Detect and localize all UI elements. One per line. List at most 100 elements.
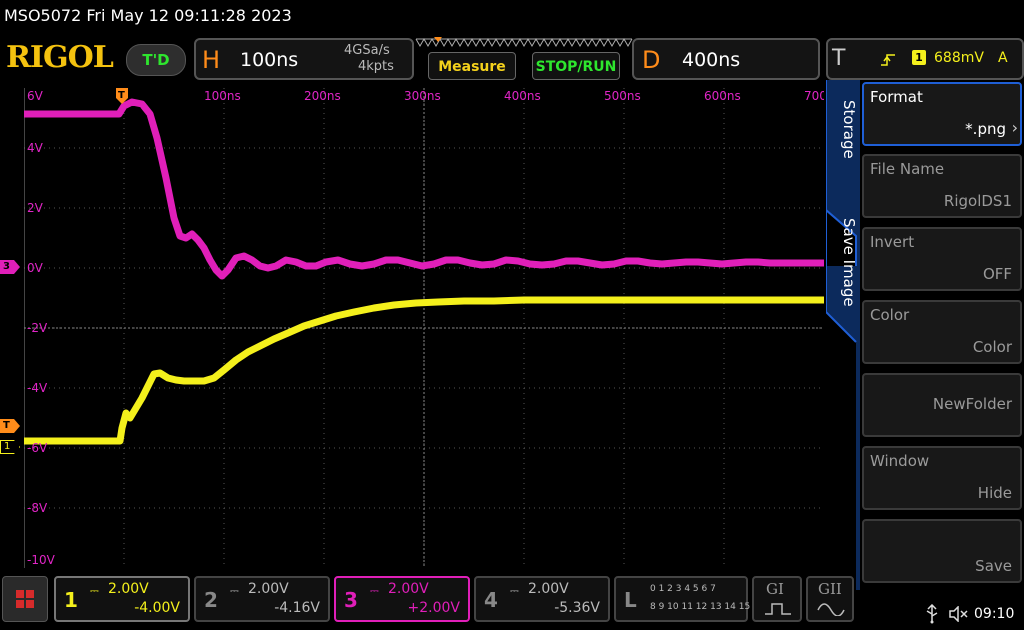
dc-coupling-icon: ⎓ (370, 584, 379, 597)
file-name-value: RigolDS1 (943, 192, 1012, 210)
window-value: Hide (977, 484, 1012, 502)
new-folder-value: NewFolder (932, 395, 1012, 413)
volt-label: 4V (27, 141, 44, 155)
channel-3-offset: +2.00V (407, 600, 460, 616)
volt-label: 6V (27, 89, 44, 103)
dc-coupling-icon: ⎓ (510, 584, 519, 597)
logic-letter: L (624, 588, 637, 612)
channel-3-number: 3 (344, 588, 358, 612)
memory-depth: 4kpts (358, 59, 394, 74)
volt-label: 2V (27, 201, 44, 215)
generator-2-button[interactable]: GII (806, 576, 854, 622)
channel-1-setting[interactable]: 1 ⎓ 2.00V -4.00V (54, 576, 190, 622)
measure-button[interactable]: Measure (428, 52, 516, 80)
trigger-source: 1 (912, 50, 926, 65)
usb-icon (926, 604, 938, 624)
logic-analyzer-setting[interactable]: L 0 1 2 3 4 5 6 7 8 9 10 11 12 13 14 15 (614, 576, 751, 622)
channel-2-scale: 2.00V (248, 581, 289, 597)
channel-4-number: 4 (484, 588, 498, 612)
dc-coupling-icon: ⎓ (230, 584, 239, 597)
file-name-menu-item[interactable]: File Name RigolDS1 (862, 154, 1022, 218)
generator-1-label: GI (766, 580, 784, 598)
generator-2-label: GII (818, 580, 842, 598)
window-title: MSO5072 Fri May 12 09:11:28 2023 (4, 6, 292, 25)
format-menu-item[interactable]: Format *.png › (862, 82, 1022, 146)
color-title: Color (870, 306, 910, 324)
invert-title: Invert (870, 233, 915, 251)
channel-3-setting[interactable]: 3 ⎓ 2.00V +2.00V (334, 576, 470, 622)
trigger-level-marker[interactable]: T (0, 419, 20, 433)
format-title: Format (870, 88, 923, 106)
trigger-status-badge: T'D (126, 44, 186, 76)
delay-setting[interactable]: D 400ns (632, 38, 820, 80)
dc-coupling-icon: ⎓ (90, 584, 99, 597)
save-image-tab[interactable]: Save Image (830, 218, 858, 318)
time-label: 400ns (504, 89, 541, 103)
channel-4-offset: -5.36V (554, 600, 600, 616)
channel-1-offset: -4.00V (134, 600, 180, 616)
sine-wave-icon (817, 603, 845, 616)
time-label: 500ns (604, 89, 641, 103)
channel-3-scale: 2.00V (388, 581, 429, 597)
volt-label: -4V (27, 381, 48, 395)
channel-1-scale: 2.00V (108, 581, 149, 597)
horizontal-setting[interactable]: H 100ns 4GSa/s 4kpts (194, 38, 414, 80)
channel-2-setting[interactable]: 2 ⎓ 2.00V -4.16V (194, 576, 330, 622)
volt-label: -2V (27, 321, 48, 335)
speaker-muted-icon[interactable] (948, 606, 970, 622)
delay-letter: D (642, 46, 661, 74)
brand-logo: RIGOL (6, 40, 114, 75)
channel-4-scale: 2.00V (528, 581, 569, 597)
channel-3-offset-marker[interactable]: 3 (0, 260, 20, 274)
menu-button[interactable] (2, 576, 48, 622)
trigger-position-label: T (118, 90, 125, 101)
channel-2-number: 2 (204, 588, 218, 612)
menu-grid-icon (16, 590, 34, 608)
trigger-mode: A (998, 50, 1008, 66)
channel-1-number: 1 (64, 588, 78, 612)
channel-2-offset: -4.16V (274, 600, 320, 616)
volt-label: -10V (27, 553, 56, 567)
horizontal-scale: 100ns (240, 49, 299, 71)
invert-menu-item[interactable]: Invert OFF (862, 227, 1022, 291)
volt-label: -8V (27, 501, 48, 515)
clock: 09:10 (974, 606, 1015, 622)
rising-edge-icon (881, 54, 895, 66)
channel-4-setting[interactable]: 4 ⎓ 2.00V -5.36V (474, 576, 610, 622)
waveform-display[interactable]: 6V 4V 2V 0V -2V -4V -6V -8V -10V 100ns 2… (24, 88, 824, 568)
invert-value: OFF (982, 265, 1012, 283)
time-label: 200ns (304, 89, 341, 103)
chevron-right-icon: › (1011, 118, 1018, 137)
trigger-setting[interactable]: T 1 688mV A (826, 38, 1024, 80)
storage-side-menu: Storage Save Image Format *.png › File N… (826, 80, 1024, 590)
delay-value: 400ns (682, 49, 741, 71)
title-bar: MSO5072 Fri May 12 09:11:28 2023 (0, 0, 1024, 32)
volt-label: 0V (27, 261, 44, 275)
sample-rate: 4GSa/s (344, 43, 390, 58)
save-menu-item[interactable]: Save (862, 519, 1022, 583)
format-value: *.png (965, 120, 1006, 138)
new-folder-menu-item[interactable]: NewFolder (862, 373, 1022, 437)
generator-1-button[interactable]: GI (752, 576, 802, 622)
logic-channels-high: 8 9 10 11 12 13 14 15 (650, 602, 751, 612)
trigger-level: 688mV (934, 50, 984, 66)
storage-tab[interactable]: Storage (830, 100, 858, 200)
time-label: 300ns (404, 89, 441, 103)
file-name-title: File Name (870, 160, 945, 178)
time-label: 700 (804, 89, 824, 103)
volt-label: -6V (27, 441, 48, 455)
time-label: 600ns (704, 89, 741, 103)
memory-position-bar (415, 37, 633, 48)
trigger-letter: T (832, 46, 846, 71)
stop-run-button[interactable]: STOP/RUN (532, 52, 620, 80)
color-menu-item[interactable]: Color Color (862, 300, 1022, 364)
logic-channels-low: 0 1 2 3 4 5 6 7 (650, 584, 716, 594)
save-value: Save (975, 557, 1012, 575)
time-label: 100ns (204, 89, 241, 103)
window-title-label: Window (870, 452, 930, 470)
channel-1-offset-marker[interactable]: 1 (0, 440, 20, 454)
square-wave-icon (765, 603, 791, 615)
window-menu-item[interactable]: Window Hide (862, 446, 1022, 510)
color-value: Color (972, 338, 1012, 356)
horizontal-letter: H (202, 46, 221, 74)
